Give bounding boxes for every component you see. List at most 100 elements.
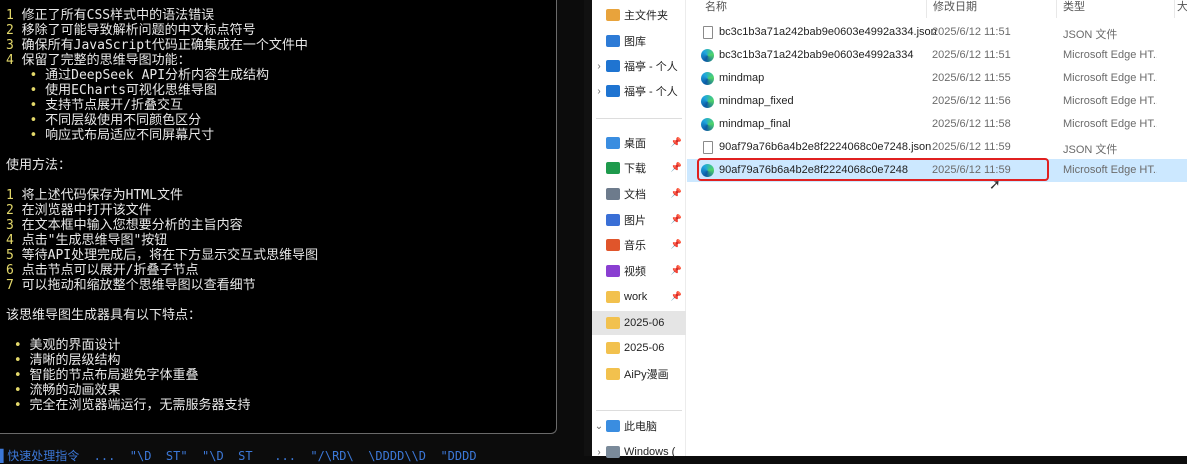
file-list: 名称 修改日期 类型 大 bc3c1b3a71a242bab9e0603e499… xyxy=(687,0,1187,456)
bullet: • xyxy=(6,368,22,383)
nav-item-label: AiPy漫画 xyxy=(624,369,669,381)
list-number: 4 xyxy=(6,233,14,248)
column-header-size[interactable]: 大 xyxy=(1175,0,1187,18)
line-text: 通过DeepSeek API分析内容生成结构 xyxy=(37,68,270,83)
folder-icon xyxy=(606,291,620,303)
music-icon xyxy=(606,239,620,251)
chevron-icon[interactable]: › xyxy=(592,61,606,72)
gallery-icon xyxy=(606,35,620,47)
terminal-line: 1 修正了所有CSS样式中的语法错误 xyxy=(6,8,214,23)
terminal-line: • 流畅的动画效果 xyxy=(6,383,121,398)
nav-item[interactable]: 2025-06 xyxy=(592,336,686,360)
nav-item-label: 桌面 xyxy=(624,138,646,150)
bullet: • xyxy=(6,338,22,353)
file-row[interactable]: 90af79a76b6a4b2e8f2224068c0e7248.json 202… xyxy=(687,136,1187,159)
list-number: 3 xyxy=(6,38,14,53)
bullet: • xyxy=(6,398,22,413)
file-row[interactable]: mindmap_fixed 2025/6/12 11:56 Microsoft Ed… xyxy=(687,90,1187,113)
file-name: mindmap xyxy=(719,72,765,84)
chevron-icon[interactable]: ⌄ xyxy=(592,421,606,432)
cloud-icon xyxy=(606,60,620,72)
file-type: JSON 文件 xyxy=(1063,144,1118,156)
list-number: 3 xyxy=(6,218,14,233)
terminal-line: • 智能的节点布局避免字体重叠 xyxy=(6,368,199,383)
line-text: 在文本框中输入您想要分析的主旨内容 xyxy=(13,218,243,233)
pin-icon: 📌 xyxy=(670,137,682,147)
nav-item[interactable]: › Windows ( xyxy=(592,440,686,464)
file-row[interactable]: bc3c1b3a71a242bab9e0603e4992a334.json 202… xyxy=(687,21,1187,44)
file-row[interactable]: mindmap 2025/6/12 11:55 Microsoft Edge HT.… xyxy=(687,67,1187,90)
nav-item[interactable]: 2025-06 xyxy=(592,311,686,335)
json-file-icon xyxy=(703,26,713,39)
pin-icon: 📌 xyxy=(670,162,682,172)
line-text: 清晰的层级结构 xyxy=(21,353,121,368)
folder-icon xyxy=(606,368,620,380)
nav-item-label: 此电脑 xyxy=(624,421,657,433)
nav-item[interactable]: ⌄ 此电脑 xyxy=(592,414,686,438)
nav-item[interactable]: › 福亭 - 个人 xyxy=(592,79,686,103)
nav-item[interactable]: 图库 xyxy=(592,29,686,53)
file-name: bc3c1b3a71a242bab9e0603e4992a334 xyxy=(719,49,914,61)
edge-icon xyxy=(701,49,714,62)
bullet: • xyxy=(6,113,38,128)
bullet: • xyxy=(6,68,38,83)
terminal-bottom-line: ▌快速处理指令 ... "\D ST" "\D ST ... "/\RD\ \D… xyxy=(0,449,477,463)
terminal-line: 7 可以拖动和缩放整个思维导图以查看细节 xyxy=(6,278,256,293)
terminal-line: 2 在浏览器中打开该文件 xyxy=(6,203,152,218)
videos-icon xyxy=(606,265,620,277)
home-icon xyxy=(606,9,620,21)
terminal-line: • 响应式布局适应不同屏幕尺寸 xyxy=(6,128,214,143)
pin-icon: 📌 xyxy=(670,291,682,301)
nav-item-label: 视频 xyxy=(624,266,646,278)
window-divider xyxy=(584,0,592,456)
file-date: 2025/6/12 11:58 xyxy=(932,118,1011,130)
nav-divider xyxy=(596,410,682,411)
documents-icon xyxy=(606,188,620,200)
file-type: Microsoft Edge HT... xyxy=(1063,118,1157,130)
file-row[interactable]: mindmap_final 2025/6/12 11:58 Microsoft Ed… xyxy=(687,113,1187,136)
line-text: 该思维导图生成器具有以下特点： xyxy=(6,308,202,323)
line-text: 等待API处理完成后，将在下方显示交互式思维导图 xyxy=(13,248,319,263)
nav-item[interactable]: 图片 📌 xyxy=(592,208,686,232)
terminal-line: 使用方法： xyxy=(6,158,71,173)
nav-item[interactable]: 下载 📌 xyxy=(592,156,686,180)
nav-item[interactable]: 文档 📌 xyxy=(592,182,686,206)
bullet: • xyxy=(6,98,38,113)
nav-item[interactable]: › 福亭 - 个人 xyxy=(592,54,686,78)
file-type: JSON 文件 xyxy=(1063,29,1118,41)
line-text: 移除了可能导致解析问题的中文标点符号 xyxy=(13,23,256,38)
column-header-type[interactable]: 类型 xyxy=(1057,0,1175,18)
terminal-line: • 通过DeepSeek API分析内容生成结构 xyxy=(6,68,269,83)
line-text: 不同层级使用不同颜色区分 xyxy=(37,113,202,128)
terminal-line: 4 保留了完整的思维导图功能： xyxy=(6,53,191,68)
nav-item-label: 主文件夹 xyxy=(624,10,668,22)
nav-item[interactable]: work 📌 xyxy=(592,285,686,309)
line-text: 可以拖动和缩放整个思维导图以查看细节 xyxy=(13,278,256,293)
nav-item[interactable]: 音乐 📌 xyxy=(592,233,686,257)
nav-item[interactable]: AiPy漫画 xyxy=(592,362,686,386)
column-header-name[interactable]: 名称 xyxy=(687,0,927,18)
nav-item[interactable]: 桌面 📌 xyxy=(592,131,686,155)
bullet: • xyxy=(6,128,38,143)
column-header-date[interactable]: 修改日期 xyxy=(927,0,1057,18)
terminal-line: 该思维导图生成器具有以下特点： xyxy=(6,308,201,323)
file-type: Microsoft Edge HT... xyxy=(1063,72,1157,84)
list-number: 5 xyxy=(6,248,14,263)
file-row[interactable]: bc3c1b3a71a242bab9e0603e4992a334 2025/6/1… xyxy=(687,44,1187,67)
file-type: Microsoft Edge HT... xyxy=(1063,49,1157,61)
computer-icon xyxy=(606,420,620,432)
file-date: 2025/6/12 11:56 xyxy=(932,95,1011,107)
chevron-icon[interactable]: › xyxy=(592,86,606,97)
terminal-line: 5 等待API处理完成后，将在下方显示交互式思维导图 xyxy=(6,248,318,263)
file-name: 90af79a76b6a4b2e8f2224068c0e7248.json xyxy=(719,141,932,153)
nav-item[interactable]: 主文件夹 xyxy=(592,3,686,27)
folder-icon xyxy=(606,317,620,329)
terminal-window[interactable]: 1 修正了所有CSS样式中的语法错误 2 移除了可能导致解析问题的中文标点符号 3 … xyxy=(0,0,584,463)
line-text: 将上述代码保存为HTML文件 xyxy=(13,188,183,203)
list-number: 2 xyxy=(6,203,14,218)
file-explorer: 主文件夹 图库 › 福亭 - 个人 › 福亭 - 个人 桌面 📌 下载 📌 文档 📌 图片 📌 音乐 📌 视频 📌… xyxy=(592,0,1187,458)
terminal-line: 2 移除了可能导致解析问题的中文标点符号 xyxy=(6,23,256,38)
edge-icon xyxy=(701,95,714,108)
nav-item[interactable]: 视频 📌 xyxy=(592,259,686,283)
edge-icon xyxy=(701,118,714,131)
